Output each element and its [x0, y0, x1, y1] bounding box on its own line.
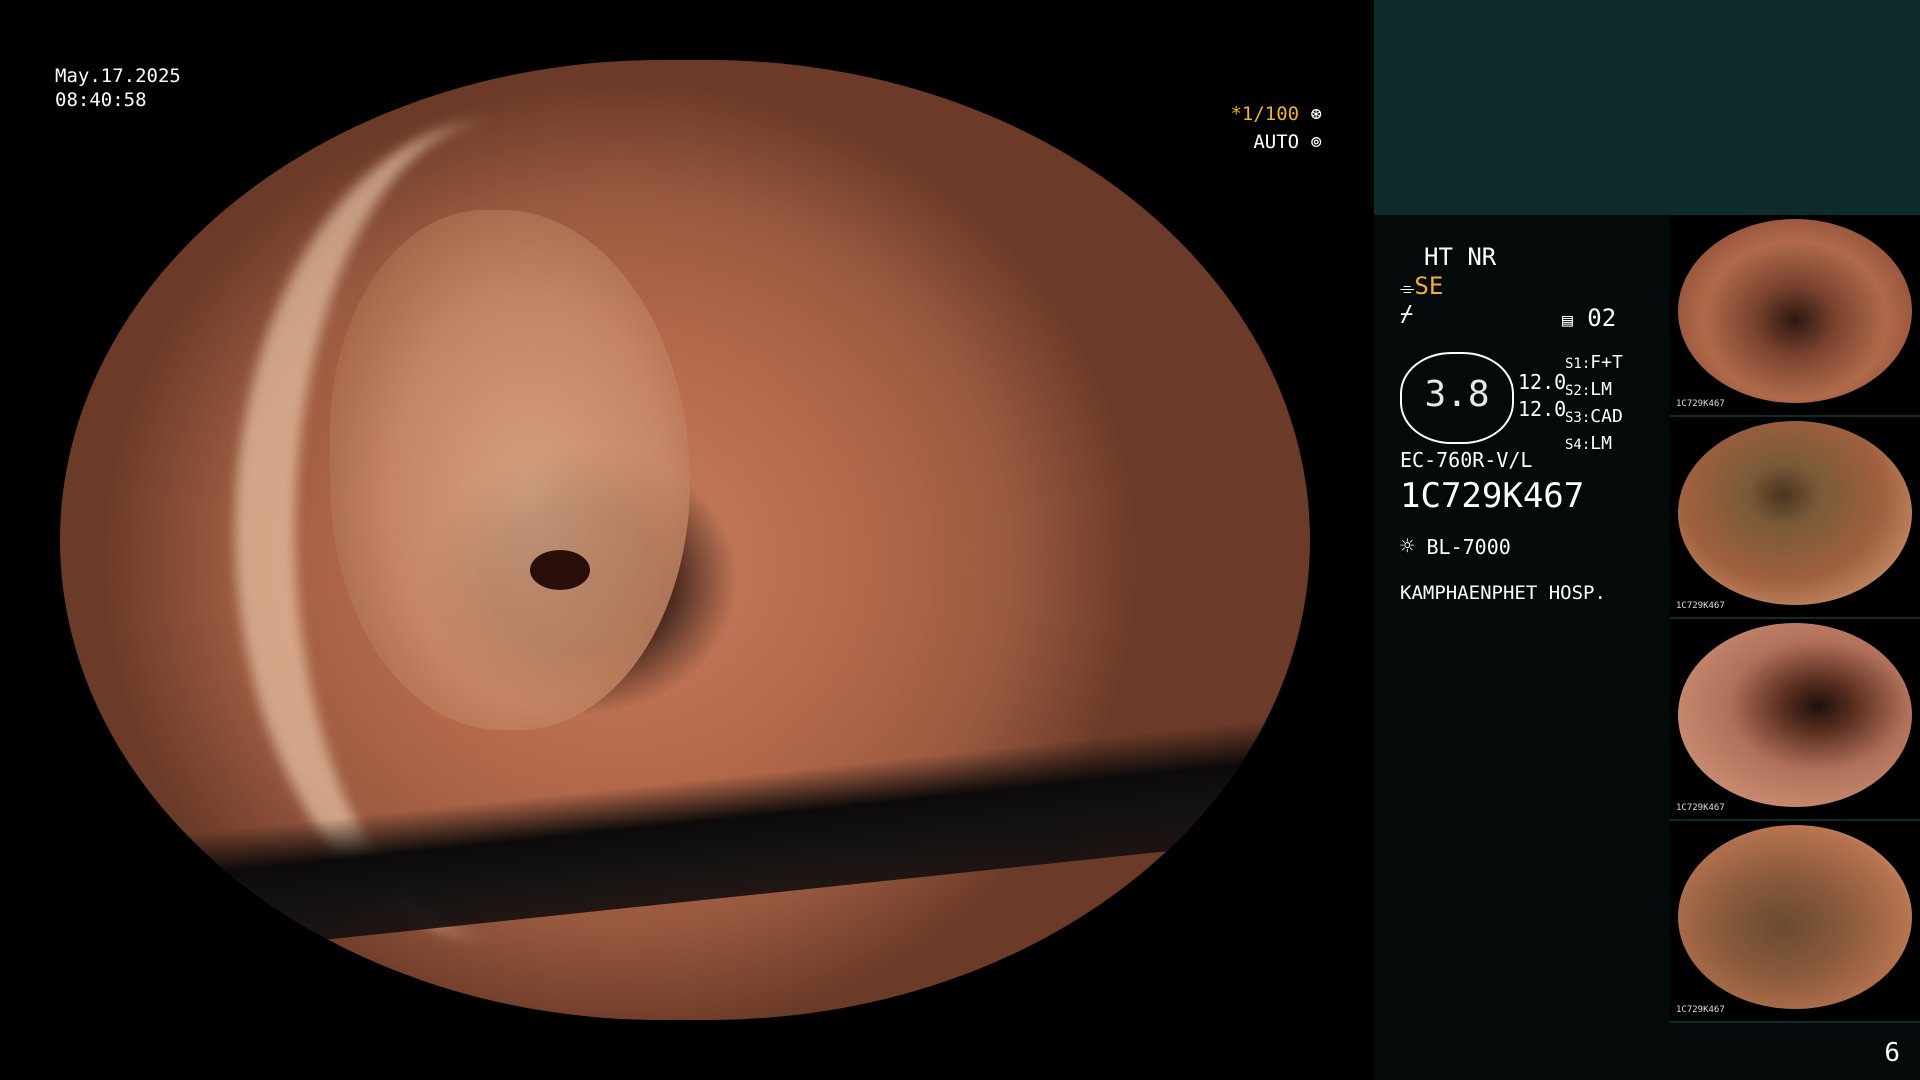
shutter-speed: *1/100 ⊛: [1230, 100, 1322, 128]
zoom-gauge: 3.8: [1400, 352, 1514, 444]
memory-slot-text: 02: [1587, 304, 1617, 332]
pressure-1: 12.0: [1518, 370, 1567, 394]
thumbnail-3[interactable]: 1C729K467: [1670, 619, 1920, 821]
mode-list: S1:F+T S2:LM S3:CAD S4:LM: [1565, 350, 1623, 458]
pressure-2: 12.0: [1518, 397, 1567, 421]
structure-text: SE: [1414, 272, 1444, 300]
thumbnail-2[interactable]: 1C729K467: [1670, 417, 1920, 619]
structure-enhance-icon: ⌯: [1400, 278, 1415, 299]
scope-model: EC-760R-V/L: [1400, 448, 1533, 472]
date-text: May.17.2025: [55, 65, 181, 87]
scope-serial: 1C729K467: [1400, 476, 1585, 516]
light-source-text: BL-7000: [1426, 535, 1511, 559]
thumbnail-4[interactable]: 1C729K467: [1670, 821, 1920, 1023]
thumbnail-image: [1678, 825, 1912, 1009]
thumbnail-id: 1C729K467: [1676, 399, 1725, 409]
aperture-icon: ⊛: [1310, 103, 1322, 125]
mode-s2: S2:LM: [1565, 379, 1612, 400]
mode-s3: S3:CAD: [1565, 406, 1623, 427]
endoscope-image: [60, 60, 1310, 1020]
exposure-mode-text: AUTO: [1253, 131, 1300, 153]
memory-icon: ▤: [1562, 310, 1573, 331]
mode-s4: S4:LM: [1565, 433, 1612, 454]
thumbnail-id: 1C729K467: [1676, 1005, 1725, 1015]
shutter-info: *1/100 ⊛ AUTO ⊚: [1230, 100, 1322, 156]
thumbnail-id: 1C729K467: [1676, 803, 1725, 813]
lumen-opening: [530, 550, 590, 590]
lumen: [330, 210, 690, 730]
enhancement-text: HT NR: [1424, 243, 1497, 271]
color-mode-icon: ⌿: [1400, 302, 1414, 327]
thumbnail-1[interactable]: 1C729K467: [1670, 215, 1920, 417]
zoom-value: 3.8: [1424, 374, 1490, 415]
exposure-mode: AUTO ⊚: [1230, 128, 1322, 156]
thumbnail-image: [1678, 421, 1912, 605]
endoscopy-view: May.17.2025 08:40:58 *1/100 ⊛ AUTO ⊚: [0, 0, 1374, 1080]
panel-header: [1374, 0, 1920, 215]
structure-row: ⌯SE: [1400, 272, 1443, 300]
thumbnail-image: [1678, 219, 1912, 403]
page-number: 6: [1884, 1038, 1900, 1068]
time-text: 08:40:58: [55, 89, 147, 111]
thumbnail-image: [1678, 623, 1912, 807]
thumbnail-id: 1C729K467: [1676, 601, 1725, 611]
light-source-icon: ☼: [1400, 532, 1415, 560]
iris-icon: ⊚: [1310, 131, 1322, 153]
shutter-speed-text: *1/100: [1230, 103, 1300, 125]
mode-s1: S1:F+T: [1565, 352, 1623, 373]
hospital-name: KAMPHAENPHET HOSP.: [1400, 582, 1606, 604]
light-row: ☼ BL-7000: [1400, 532, 1511, 560]
datetime: May.17.2025 08:40:58: [55, 64, 181, 112]
memory-row: ▤ 02: [1562, 304, 1616, 332]
thumbnail-strip: 1C729K467 1C729K467 1C729K467 1C729K467: [1670, 215, 1920, 1023]
